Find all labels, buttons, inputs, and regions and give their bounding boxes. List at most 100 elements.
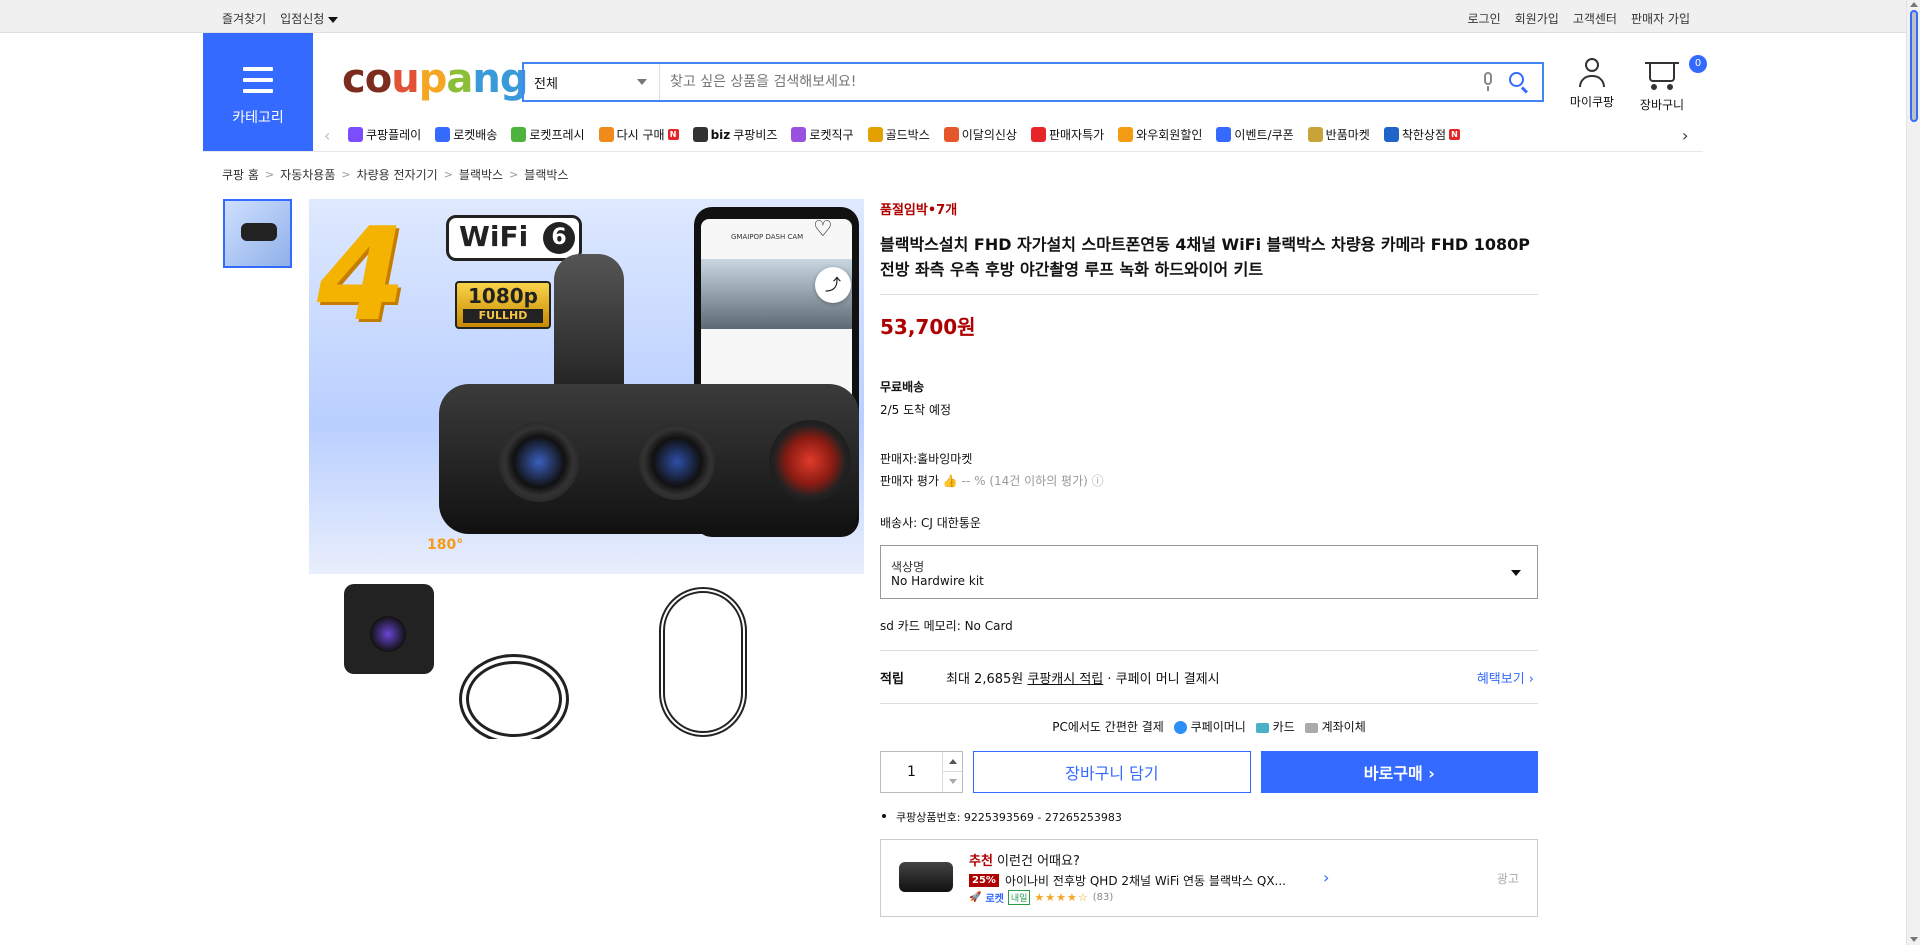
nav-item-label: 판매자특가 bbox=[1048, 128, 1105, 142]
search-scope-select[interactable]: 전체 bbox=[524, 64, 660, 100]
product-thumbnail[interactable] bbox=[223, 199, 292, 268]
buy-now-button[interactable]: 바로구매 › bbox=[1260, 751, 1538, 793]
cart-icon: 0 bbox=[1645, 55, 1707, 82]
points-row: 적립 최대 2,685원 쿠팡캐시 적립 · 쿠페이 머니 결제시 혜택보기 › bbox=[880, 650, 1538, 704]
product-number: 쿠팡상품번호: 9225393569 - 27265253983 bbox=[880, 809, 1538, 825]
recommended-product-name: 아이나비 전후방 QHD 2채널 WiFi 연동 블랙박스 QX... bbox=[1004, 874, 1286, 888]
recommended-product-card[interactable]: 추천 이런건 어때요? 25% 아이나비 전후방 QHD 2채널 WiFi 연동… bbox=[880, 839, 1538, 917]
chevron-down-icon bbox=[637, 79, 647, 85]
customer-center-link[interactable]: 고객센터 bbox=[1573, 10, 1617, 27]
cart-label: 장바구니 bbox=[1639, 98, 1685, 112]
nav-item-label: 착한상점 bbox=[1401, 128, 1447, 142]
chevron-down-icon bbox=[1511, 570, 1521, 576]
info-icon[interactable]: ⓘ bbox=[1092, 474, 1104, 488]
breadcrumb: 쿠팡 홈 > 자동차용품 > 차량용 전자기기 > 블랙박스 > 블랙박스 bbox=[222, 166, 569, 183]
cart-button[interactable]: 0 장바구니 bbox=[1634, 55, 1707, 113]
shortcut-nav: ‹ 쿠팡플레이 로켓배송 로켓프레시 다시 구매 Nbiz 쿠팡비즈 로켓직구 골드박스 이달의… bbox=[320, 124, 1700, 148]
coupang-logo[interactable]: coupang bbox=[342, 56, 528, 102]
cart-count-badge: 0 bbox=[1689, 55, 1707, 73]
review-count: (83) bbox=[1092, 892, 1114, 903]
product-price: 53,700원 bbox=[880, 315, 976, 339]
purchase-actions: 1 장바구니 담기 바로구매 › bbox=[880, 751, 1538, 793]
scroll-up-icon[interactable] bbox=[1910, 2, 1918, 7]
category-button[interactable]: 카테고리 bbox=[203, 33, 313, 151]
nav-item-0[interactable]: 쿠팡플레이 bbox=[348, 126, 421, 143]
nav-item-label: 로켓프레시 bbox=[529, 128, 585, 142]
breadcrumb-item[interactable]: 쿠팡 홈 bbox=[222, 166, 259, 183]
quantity-value: 1 bbox=[907, 764, 916, 780]
microphone-icon[interactable] bbox=[1478, 71, 1498, 93]
percent-icon bbox=[1030, 127, 1046, 142]
nav-item-1[interactable]: 로켓배송 bbox=[435, 126, 497, 143]
seller-apply-link[interactable]: 입점신청 bbox=[280, 10, 339, 27]
global-icon bbox=[791, 127, 807, 142]
resolution-badge: 1080p FULLHD bbox=[455, 281, 551, 329]
nav-prev-arrow[interactable]: ‹ bbox=[324, 126, 330, 145]
nav-item-6[interactable]: 골드박스 bbox=[867, 126, 930, 143]
seller-name[interactable]: 홀바잉마켓 bbox=[917, 452, 972, 466]
nav-item-11[interactable]: 반품마켓 bbox=[1307, 126, 1370, 143]
nav-item-8[interactable]: 판매자특가 bbox=[1030, 126, 1105, 143]
nav-item-5[interactable]: 로켓직구 bbox=[791, 126, 854, 143]
breadcrumb-item[interactable]: 블랙박스 bbox=[459, 166, 503, 183]
seller-rating-label: 판매자 평가 bbox=[880, 474, 940, 488]
nav-item-10[interactable]: 이벤트/쿠폰 bbox=[1216, 126, 1294, 143]
rocket-icon bbox=[435, 127, 451, 142]
nav-next-arrow[interactable]: › bbox=[1682, 126, 1688, 145]
chevron-right-icon[interactable]: › bbox=[1323, 868, 1329, 887]
heart-icon[interactable]: ♡ bbox=[813, 217, 833, 242]
option-label: 색상명 bbox=[891, 560, 925, 574]
nav-item-2[interactable]: 로켓프레시 bbox=[511, 126, 585, 143]
points-amount: 최대 2,685원 bbox=[946, 671, 1024, 687]
nav-item-4[interactable]: biz 쿠팡비즈 bbox=[692, 126, 777, 143]
breadcrumb-item[interactable]: 자동차용품 bbox=[280, 166, 335, 183]
rear-camera-graphic bbox=[344, 584, 434, 674]
search-icon[interactable] bbox=[1508, 71, 1530, 94]
nav-item-9[interactable]: 와우회원할인 bbox=[1118, 126, 1202, 143]
recommended-product-image bbox=[899, 862, 953, 892]
seller-rating-value: -- % (14건 이하의 평가) bbox=[961, 474, 1088, 488]
breadcrumb-item[interactable]: 블랙박스 bbox=[524, 166, 568, 183]
seller-signup-link[interactable]: 판매자 가입 bbox=[1631, 10, 1690, 27]
share-icon[interactable]: ⤴ bbox=[815, 267, 851, 303]
benefits-link[interactable]: 혜택보기 › bbox=[1477, 668, 1534, 687]
discount-badge: 25% bbox=[969, 874, 999, 887]
signup-link[interactable]: 회원가입 bbox=[1515, 10, 1559, 27]
nav-item-3[interactable]: 다시 구매 N bbox=[598, 126, 679, 143]
wow-icon bbox=[1118, 127, 1134, 142]
search-input[interactable] bbox=[660, 74, 1478, 90]
add-to-cart-button[interactable]: 장바구니 담기 bbox=[973, 751, 1251, 793]
page-scrollbar[interactable] bbox=[1906, 0, 1920, 945]
repurchase-icon bbox=[598, 127, 614, 142]
nav-item-7[interactable]: 이달의신상 bbox=[943, 126, 1017, 143]
nav-item-label: 와우회원할인 bbox=[1136, 128, 1203, 142]
biz-icon bbox=[692, 127, 708, 142]
scrollbar-thumb[interactable] bbox=[1910, 10, 1918, 122]
angle-label: 180° bbox=[427, 537, 464, 553]
scroll-down-icon[interactable] bbox=[1910, 937, 1918, 942]
quantity-stepper[interactable]: 1 bbox=[880, 751, 964, 793]
quantity-increase-icon[interactable] bbox=[942, 752, 963, 772]
nav-item-label: 반품마켓 bbox=[1325, 128, 1370, 142]
quantity-decrease-icon[interactable] bbox=[942, 772, 962, 792]
nav-item-label: 다시 구매 bbox=[616, 128, 665, 142]
login-link[interactable]: 로그인 bbox=[1468, 10, 1501, 27]
product-main-image[interactable]: 4 WiFi 6 1080p FULLHD GMAIPOP DASH CAM 18… bbox=[309, 199, 864, 739]
payment-methods: PC에서도 간편한 결제 쿠페이머니 카드 계좌이체 bbox=[1052, 720, 1366, 734]
new-badge: N bbox=[1449, 129, 1461, 140]
stock-status: 품절임박•7개 bbox=[880, 203, 958, 218]
search-scope-value: 전체 bbox=[534, 76, 558, 92]
my-coupang-button[interactable]: 마이쿠팡 bbox=[1564, 58, 1620, 110]
shop-icon bbox=[1383, 127, 1399, 142]
nav-item-label: 로켓배송 bbox=[453, 128, 498, 142]
user-icon bbox=[1585, 58, 1599, 72]
category-label: 카테고리 bbox=[232, 110, 284, 126]
shipping-type: 무료배송 bbox=[880, 380, 925, 394]
favorites-link[interactable]: 즐겨찾기 bbox=[222, 10, 266, 27]
breadcrumb-item[interactable]: 차량용 전자기기 bbox=[357, 166, 438, 183]
color-option-select[interactable]: 색상명 No Hardwire kit bbox=[880, 545, 1538, 599]
coupang-cash-link[interactable]: 쿠팡캐시 적립 bbox=[1027, 668, 1103, 687]
goldbox-icon bbox=[867, 127, 883, 142]
nav-item-12[interactable]: 착한상점 N bbox=[1383, 126, 1461, 143]
bank-transfer-icon bbox=[1304, 722, 1318, 733]
